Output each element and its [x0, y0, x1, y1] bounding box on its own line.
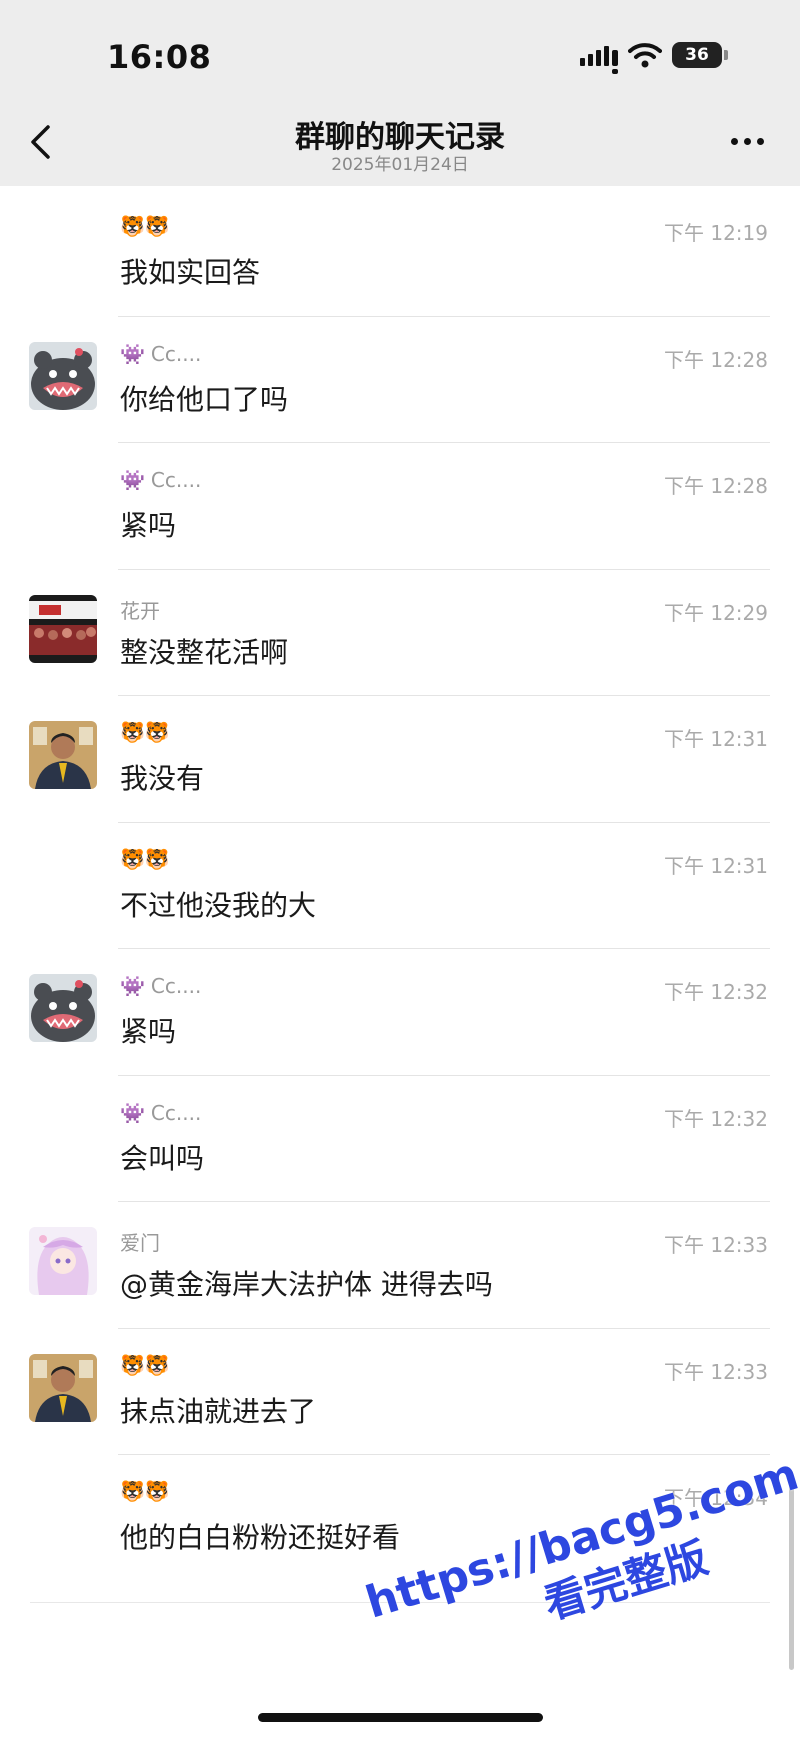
- message-time: 下午 12:32: [664, 980, 768, 1004]
- man-in-suit-avatar[interactable]: [29, 721, 97, 789]
- sender-label: 花开: [120, 598, 160, 623]
- crowd-photo-avatar[interactable]: [29, 594, 97, 663]
- divider: [118, 695, 770, 696]
- home-indicator: [258, 1713, 543, 1722]
- sender-name: 🐯🐯: [120, 1480, 170, 1502]
- message-time: 下午 12:19: [664, 221, 768, 245]
- sender-emoji: 🐯🐯: [120, 720, 170, 744]
- gray-monster-avatar[interactable]: [29, 341, 97, 410]
- man-in-suit-avatar[interactable]: [29, 1353, 97, 1422]
- message-text: @黄金海岸大法护体 进得去吗: [120, 1268, 493, 1301]
- message-text: 紧吗: [120, 509, 177, 542]
- divider: [118, 1201, 770, 1202]
- message-row[interactable]: 🐯🐯 下午 12:19 我如实回答: [0, 189, 800, 316]
- message-row[interactable]: 👾 Cc.... 下午 12:28 紧吗: [0, 442, 800, 569]
- divider: [118, 821, 770, 823]
- message-text: 抹点油就进去了: [120, 1394, 317, 1428]
- sender-emoji: 🐯🐯: [120, 214, 170, 238]
- message-row[interactable]: 🐯🐯 下午 12:31 不过他没我的大: [0, 821, 800, 949]
- divider: [118, 315, 770, 317]
- message-time: 下午 12:28: [664, 347, 768, 372]
- sender-label: Cc....: [150, 341, 202, 366]
- sender-name: 花开: [120, 595, 160, 624]
- message-text: 你给他口了吗: [120, 382, 289, 416]
- divider: [118, 442, 770, 443]
- message-text: 紧吗: [120, 1015, 177, 1048]
- message-time: 下午 12:29: [664, 600, 768, 625]
- message-text: 整没整花活啊: [120, 635, 289, 669]
- gray-monster-avatar[interactable]: [29, 974, 97, 1042]
- sender-emoji: 🐯🐯: [120, 1352, 170, 1377]
- sender-name: 🐯🐯: [120, 215, 170, 237]
- sender-emoji: 👾: [120, 1100, 145, 1125]
- battery-icon: 36: [672, 42, 728, 68]
- sender-emoji: 👾: [120, 341, 145, 366]
- more-icon[interactable]: [731, 138, 764, 145]
- message-time: 下午 12:31: [664, 853, 768, 878]
- anime-girl-avatar[interactable]: [29, 1227, 97, 1295]
- sender-name: 👾 Cc....: [120, 974, 201, 998]
- sender-label: 爱门: [120, 1231, 160, 1255]
- divider: [118, 1327, 770, 1329]
- message-time: 下午 12:31: [664, 727, 768, 751]
- message-row[interactable]: 👾 Cc.... 下午 12:32 会叫吗: [0, 1074, 800, 1202]
- sender-emoji: 🐯🐯: [120, 846, 170, 871]
- message-text: 我如实回答: [120, 256, 261, 289]
- sender-emoji: 👾: [120, 468, 145, 492]
- status-icons: 36: [580, 42, 728, 74]
- sender-name: 👾 Cc....: [120, 342, 201, 366]
- message-text: 他的白白粉粉还挺好看: [120, 1521, 401, 1554]
- divider: [118, 1454, 770, 1455]
- sender-name: 👾 Cc....: [120, 468, 201, 492]
- sender-label: Cc....: [150, 1100, 202, 1125]
- sender-name: 🐯🐯: [120, 1354, 170, 1376]
- message-text: 会叫吗: [120, 1141, 205, 1175]
- message-text: 我没有: [120, 762, 205, 795]
- sender-name: 👾 Cc....: [120, 1101, 201, 1125]
- message-time: 下午 12:28: [664, 474, 768, 498]
- message-time: 下午 12:33: [664, 1359, 768, 1384]
- page-subtitle: 2025年01月24日: [331, 155, 469, 175]
- message-time: 下午 12:33: [664, 1233, 768, 1257]
- message-text: 不过他没我的大: [120, 888, 317, 922]
- sender-label: Cc....: [150, 468, 202, 492]
- divider: [118, 1074, 770, 1076]
- message-row[interactable]: 🐯🐯 下午 12:31 我没有: [0, 695, 800, 822]
- message-time: 下午 12:32: [664, 1106, 768, 1131]
- divider: [118, 568, 770, 570]
- sender-name: 爱门: [120, 1227, 160, 1256]
- sender-name: 🐯🐯: [120, 721, 170, 743]
- sender-emoji: 👾: [120, 974, 145, 998]
- message-row[interactable]: 👾 Cc.... 下午 12:32 紧吗: [0, 948, 800, 1075]
- sender-name: 🐯🐯: [120, 848, 170, 870]
- message-row[interactable]: 爱门 下午 12:33 @黄金海岸大法护体 进得去吗: [0, 1201, 800, 1328]
- sender-emoji: 🐯🐯: [120, 1479, 170, 1503]
- status-time: 16:08: [107, 38, 212, 76]
- cellular-signal-icon: [580, 44, 618, 74]
- message-row[interactable]: 花开 下午 12:29 整没整花活啊: [0, 568, 800, 696]
- message-row[interactable]: 🐯🐯 下午 12:33 抹点油就进去了: [0, 1327, 800, 1455]
- message-row[interactable]: 👾 Cc.... 下午 12:28 你给他口了吗: [0, 315, 800, 443]
- divider: [118, 948, 770, 949]
- sender-label: Cc....: [150, 974, 202, 998]
- wifi-icon: [628, 43, 662, 68]
